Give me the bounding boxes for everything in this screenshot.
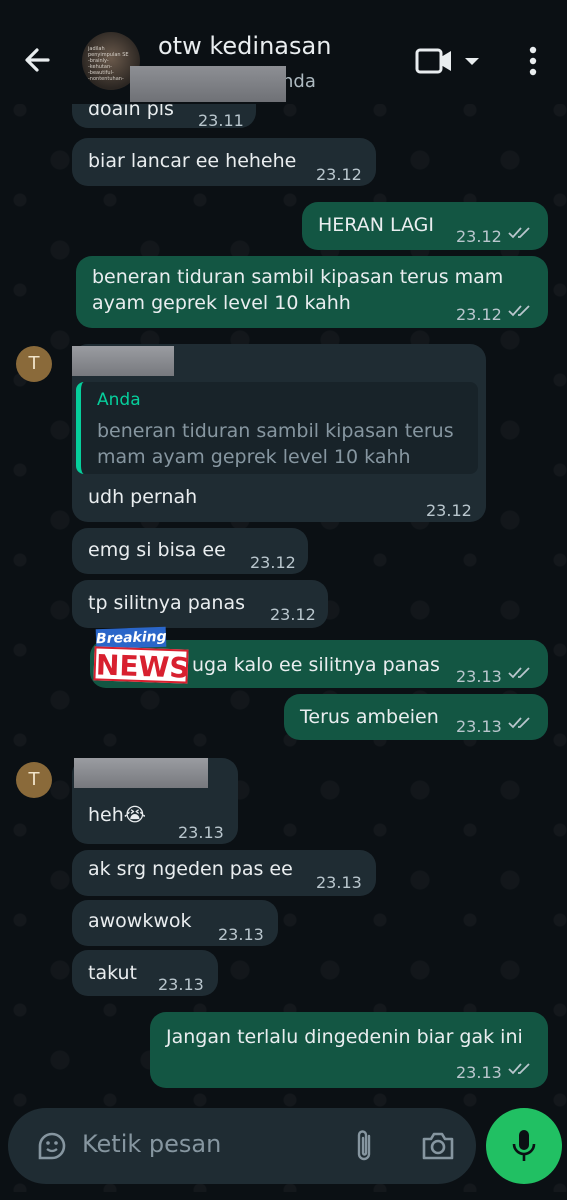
message-text: biar lancar ee hehehe [88,150,297,172]
message-time: 23.12 [270,605,316,624]
paperclip-icon [357,1130,371,1161]
message-composer: Ketik pesan [8,1108,476,1184]
bottom-edge [0,1192,567,1200]
redaction-block [130,66,286,102]
message-bubble-incoming[interactable]: ak srg ngeden pas ee 23.13 [72,850,376,896]
message-input[interactable]: Ketik pesan [82,1130,221,1158]
double-check-icon [508,717,530,729]
crying-emoji: 😭 [123,804,146,826]
double-check-icon [508,227,530,239]
camera-button[interactable] [420,1128,456,1164]
message-text: beneran tiduran sambil kipasan terus mam [92,266,504,288]
breaking-news-sticker: Breaking NEWS [92,626,192,686]
message-bubble-outgoing[interactable]: Jangan terlalu dingedenin biar gak ini 2… [150,1012,548,1088]
quoted-text-line: beneran tiduran sambil kipasan terus [97,420,454,442]
message-time: 23.12 [426,501,472,520]
message-time: 23.13 [456,667,502,686]
arrow-left-icon [25,48,50,72]
message-bubble-incoming[interactable]: emg si bisa ee 23.12 [72,528,308,574]
message-text: tp silitnya panas [88,592,245,614]
video-call-button[interactable] [414,42,484,80]
back-button[interactable] [18,40,58,80]
message-bubble-incoming[interactable]: tp silitnya panas 23.12 [72,580,328,628]
message-time: 23.12 [250,553,296,572]
message-time: 23.13 [456,1063,502,1082]
quoted-text: beneran tiduran sambil kipasan terus mam… [97,418,477,470]
video-camera-icon [415,48,451,74]
message-text: udh pernah [88,486,198,508]
avatar-caption: jadilah penyimpulan SE -brainly- -kehuta… [88,46,134,82]
sticker-button[interactable] [34,1128,70,1164]
message-text: takut [88,962,138,984]
message-text: Terus ambeien [300,706,439,728]
message-bubble-incoming[interactable]: biar lancar ee hehehe 23.12 [72,138,376,186]
double-check-icon [508,1063,530,1075]
redaction-block [74,758,208,788]
group-subtitle-text: nda [282,71,316,92]
message-text: uga kalo ee silitnya panas [192,654,440,676]
message-text: HERAN LAGI [318,214,434,236]
message-bubble-incoming[interactable]: heh😭 23.13 [72,758,238,844]
message-time: 23.13 [218,925,264,944]
quoted-message[interactable]: Anda beneran tiduran sambil kipasan teru… [76,382,478,474]
message-time: 23.13 [158,975,204,994]
message-text: Jangan terlalu dingedenin biar gak ini [166,1026,523,1048]
message-time: 23.11 [198,111,244,130]
avatar-caption-line: -nontentuhan- [88,76,124,82]
attach-button[interactable] [352,1126,378,1166]
message-text: ayam geprek level 10 kahh [92,292,351,314]
caret-down-icon [465,58,479,65]
camera-icon [422,1132,454,1160]
avatar-caption-line: jadilah penyimpulan SE [88,46,129,58]
sender-avatar[interactable]: T [16,762,52,798]
message-bubble-incoming[interactable]: takut 23.13 [72,950,218,996]
message-time: 23.13 [456,717,502,736]
more-options-button[interactable] [520,42,546,80]
redaction-block [72,346,174,376]
double-check-icon [508,667,530,679]
group-title[interactable]: otw kedinasan [158,32,331,60]
group-subtitle: nda [130,66,316,102]
sender-avatar[interactable]: T [16,346,52,382]
message-time: 23.12 [456,305,502,324]
message-text-content: heh [88,804,124,826]
message-time: 23.13 [316,873,362,892]
quoted-text-line: mam ayam geprek level 10 kahh [97,446,411,468]
message-text: awowkwok [88,910,192,932]
message-text: ak srg ngeden pas ee [88,858,293,880]
message-bubble-outgoing[interactable]: HERAN LAGI 23.12 [302,202,548,250]
message-bubble-outgoing[interactable]: beneran tiduran sambil kipasan terus mam… [76,256,548,328]
voice-message-button[interactable] [486,1108,562,1184]
microphone-icon [512,1130,536,1161]
message-time: 23.12 [456,227,502,246]
message-time: 23.12 [316,165,362,184]
quoted-author: Anda [97,390,141,410]
message-bubble-incoming[interactable]: awowkwok 23.13 [72,900,278,946]
message-text: emg si bisa ee [88,539,226,561]
message-text: heh😭 [88,802,146,828]
double-check-icon [508,305,530,317]
message-time: 23.13 [178,823,224,842]
more-vertical-icon [529,46,537,76]
sticker-news-label: NEWS [93,646,190,685]
sticker-icon [38,1132,66,1160]
chat-header: jadilah penyimpulan SE -brainly- -kehuta… [0,0,567,104]
message-bubble-outgoing[interactable]: Terus ambeien 23.13 [284,694,548,740]
